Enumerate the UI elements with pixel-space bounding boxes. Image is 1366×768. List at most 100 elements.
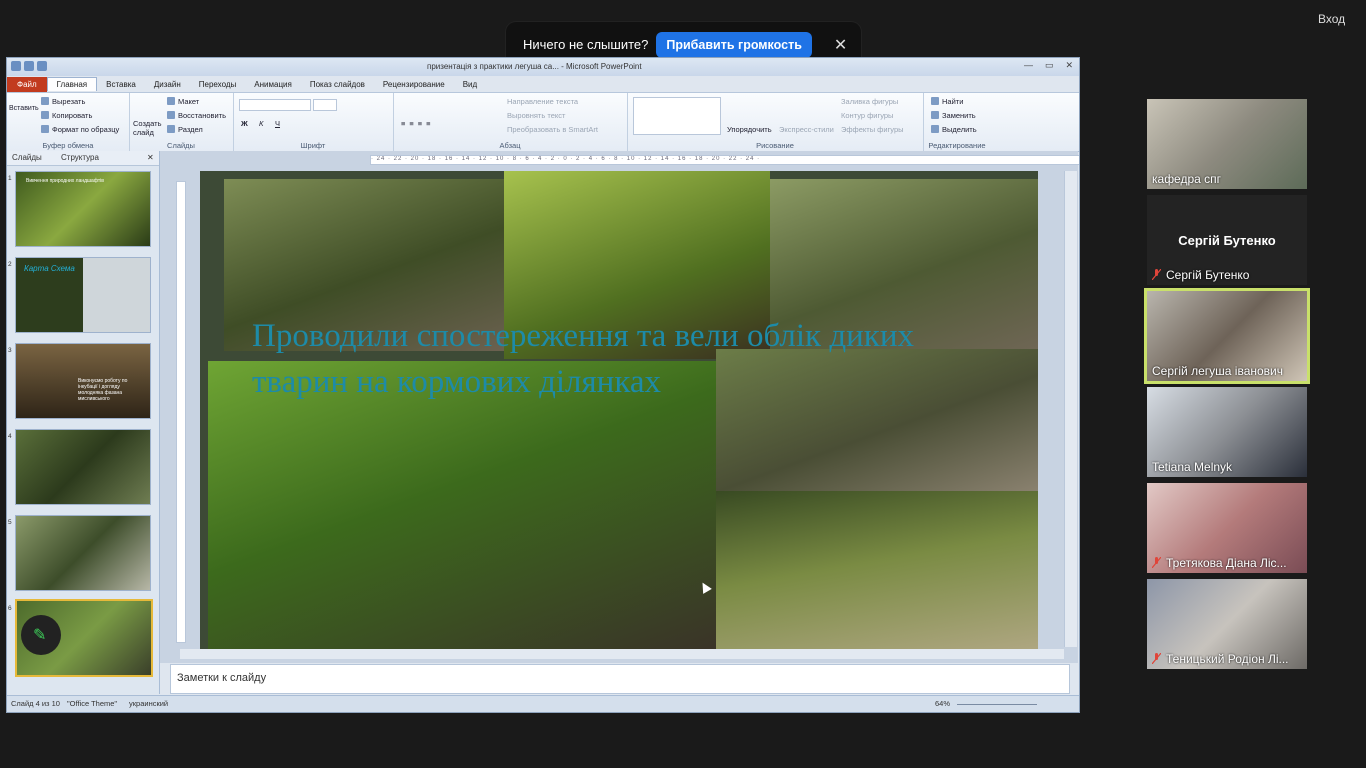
thumbnail-number: 4 — [8, 433, 12, 440]
slides-pane: Слайды Структура ✕ 1 Вивчення природних … — [7, 151, 160, 694]
font-family-select[interactable] — [239, 99, 311, 111]
horizontal-scrollbar[interactable] — [180, 649, 1064, 659]
tab-review[interactable]: Рецензирование — [374, 78, 454, 91]
copy-icon — [41, 111, 49, 119]
align-text-button[interactable]: Выровнять текст — [507, 111, 565, 120]
notes-pane[interactable]: Заметки к слайду — [170, 664, 1070, 694]
save-icon[interactable] — [11, 61, 21, 71]
vertical-scrollbar[interactable] — [1064, 171, 1077, 647]
thumbnail-number: 2 — [8, 261, 12, 268]
group-label: Редактирование — [928, 141, 986, 150]
italic-button[interactable]: К — [259, 119, 263, 128]
shape-outline-button[interactable]: Контур фигуры — [841, 111, 893, 120]
slide-title[interactable]: Проводили спостереження та вели облік ди… — [252, 313, 1012, 405]
slide-thumbnail-3[interactable]: Виконуємо роботу по інкубації і догляду … — [15, 343, 151, 419]
reset-button[interactable]: Восстановить — [167, 111, 226, 120]
thumbnail-number: 1 — [8, 175, 12, 182]
binoculars-icon — [931, 97, 939, 105]
text-direction-button[interactable]: Направление текста — [507, 97, 578, 106]
shape-fill-button[interactable]: Заливка фигуры — [841, 97, 898, 106]
section-icon — [167, 125, 175, 133]
quick-styles-button[interactable]: Экспресс-стили — [779, 125, 834, 134]
slide-thumbnail-5[interactable] — [15, 515, 151, 591]
underline-button[interactable]: Ч — [275, 119, 280, 128]
copy-button[interactable]: Копировать — [41, 111, 92, 120]
quick-access-toolbar — [11, 61, 47, 71]
participant-tile-2[interactable]: Сергій Бутенко Сергій Бутенко — [1147, 195, 1307, 285]
powerpoint-window: призентація з практики легуша са... - Mi… — [6, 57, 1080, 713]
new-slide-button[interactable]: Создать слайд — [133, 119, 162, 137]
muted-mic-icon — [1152, 557, 1161, 568]
group-paragraph: Направление текста Выровнять текст Преоб… — [393, 93, 628, 151]
layout-button[interactable]: Макет — [167, 97, 199, 106]
participant-name-label: Сергій Бутенко — [1152, 268, 1249, 282]
find-button[interactable]: Найти — [931, 97, 963, 106]
tab-animations[interactable]: Анимация — [245, 78, 301, 91]
tab-slides[interactable]: Слайды — [12, 153, 42, 162]
replace-button[interactable]: Заменить — [931, 111, 976, 120]
slide-thumbnail-1[interactable]: Вивчення природних ландшафтів — [15, 171, 151, 247]
undo-icon[interactable] — [24, 61, 34, 71]
minimize-icon[interactable]: — — [1024, 60, 1033, 71]
notification-message: Ничего не слышите? — [523, 37, 649, 52]
cut-button[interactable]: Вырезать — [41, 97, 85, 106]
close-pane-icon[interactable]: ✕ — [147, 153, 154, 162]
increase-volume-button[interactable]: Прибавить громкость — [656, 31, 812, 58]
tab-design[interactable]: Дизайн — [145, 78, 190, 91]
scissors-icon — [41, 97, 49, 105]
slide-thumbnail-4[interactable] — [15, 429, 151, 505]
participant-tile-6[interactable]: Теницький Родіон Лі... — [1147, 579, 1307, 669]
slide-thumbnail-6[interactable]: ✎ — [15, 599, 153, 677]
group-editing: Найти Заменить Выделить Редактирование — [923, 93, 991, 151]
group-label: Буфер обмена — [42, 141, 94, 150]
font-size-select[interactable] — [313, 99, 337, 111]
title-bar: призентація з практики легуша са... - Mi… — [7, 58, 1079, 76]
paste-button[interactable]: Вставить — [9, 105, 39, 112]
thumbnail-number: 3 — [8, 347, 12, 354]
theme-name: "Office Theme" — [67, 699, 118, 708]
select-button[interactable]: Выделить — [931, 125, 977, 134]
align-buttons[interactable]: ≡≡≡≡ — [401, 119, 435, 128]
slide-thumbnail-2[interactable]: Карта Схема — [15, 257, 151, 333]
section-button[interactable]: Раздел — [167, 125, 203, 134]
zoom-slider[interactable] — [957, 704, 1037, 705]
bold-button[interactable]: Ж — [241, 119, 248, 128]
participant-tile-5[interactable]: Третякова Діана Ліс... — [1147, 483, 1307, 573]
participant-tile-4[interactable]: Tetiana Melnyk — [1147, 387, 1307, 477]
close-window-icon[interactable]: ✕ — [1065, 60, 1073, 71]
slide-canvas[interactable]: Проводили спостереження та вели облік ди… — [200, 171, 1038, 651]
arrange-button[interactable]: Упорядочить — [727, 125, 772, 134]
enter-button[interactable]: Вход — [1318, 12, 1345, 26]
shapes-gallery[interactable] — [633, 97, 721, 135]
zoom-level[interactable]: 64% — [935, 699, 950, 708]
tab-insert[interactable]: Вставка — [97, 78, 145, 91]
language-indicator[interactable]: украинский — [129, 699, 168, 708]
select-icon — [931, 125, 939, 133]
tab-slideshow[interactable]: Показ слайдов — [301, 78, 374, 91]
pen-tool-button[interactable]: ✎ — [21, 615, 61, 655]
participant-tile-1[interactable]: кафедра спг — [1147, 99, 1307, 189]
smartart-button[interactable]: Преобразовать в SmartArt — [507, 125, 598, 134]
maximize-icon[interactable]: ▭ — [1045, 60, 1054, 71]
slide-editing-area: · 24 · 22 · 20 · 18 · 16 · 14 · 12 · 10 … — [160, 151, 1079, 663]
window-title: призентація з практики легуша са... - Mi… — [427, 62, 642, 71]
participant-tile-3-active-speaker[interactable]: Сергій легуша іванович — [1144, 288, 1310, 384]
shape-effects-button[interactable]: Эффекты фигуры — [841, 125, 904, 134]
tab-home[interactable]: Главная — [46, 77, 98, 91]
slide-counter: Слайд 4 из 10 — [11, 699, 60, 708]
tab-outline[interactable]: Структура — [61, 153, 99, 162]
group-label: Рисование — [756, 141, 794, 150]
tab-transitions[interactable]: Переходы — [190, 78, 246, 91]
horizontal-ruler: · 24 · 22 · 20 · 18 · 16 · 14 · 12 · 10 … — [370, 155, 1079, 165]
muted-mic-icon — [1152, 269, 1161, 280]
participant-name: Tetiana Melnyk — [1152, 460, 1233, 474]
reset-icon — [167, 111, 175, 119]
format-painter-button[interactable]: Формат по образцу — [41, 125, 119, 134]
thumbnail-number: 5 — [8, 519, 12, 526]
tab-view[interactable]: Вид — [454, 78, 486, 91]
redo-icon[interactable] — [37, 61, 47, 71]
group-label: Слайды — [167, 141, 195, 150]
tab-file[interactable]: Файл — [7, 76, 47, 92]
group-clipboard: Вставить Вырезать Копировать Формат по о… — [7, 93, 130, 151]
close-icon[interactable]: ✕ — [834, 35, 847, 55]
